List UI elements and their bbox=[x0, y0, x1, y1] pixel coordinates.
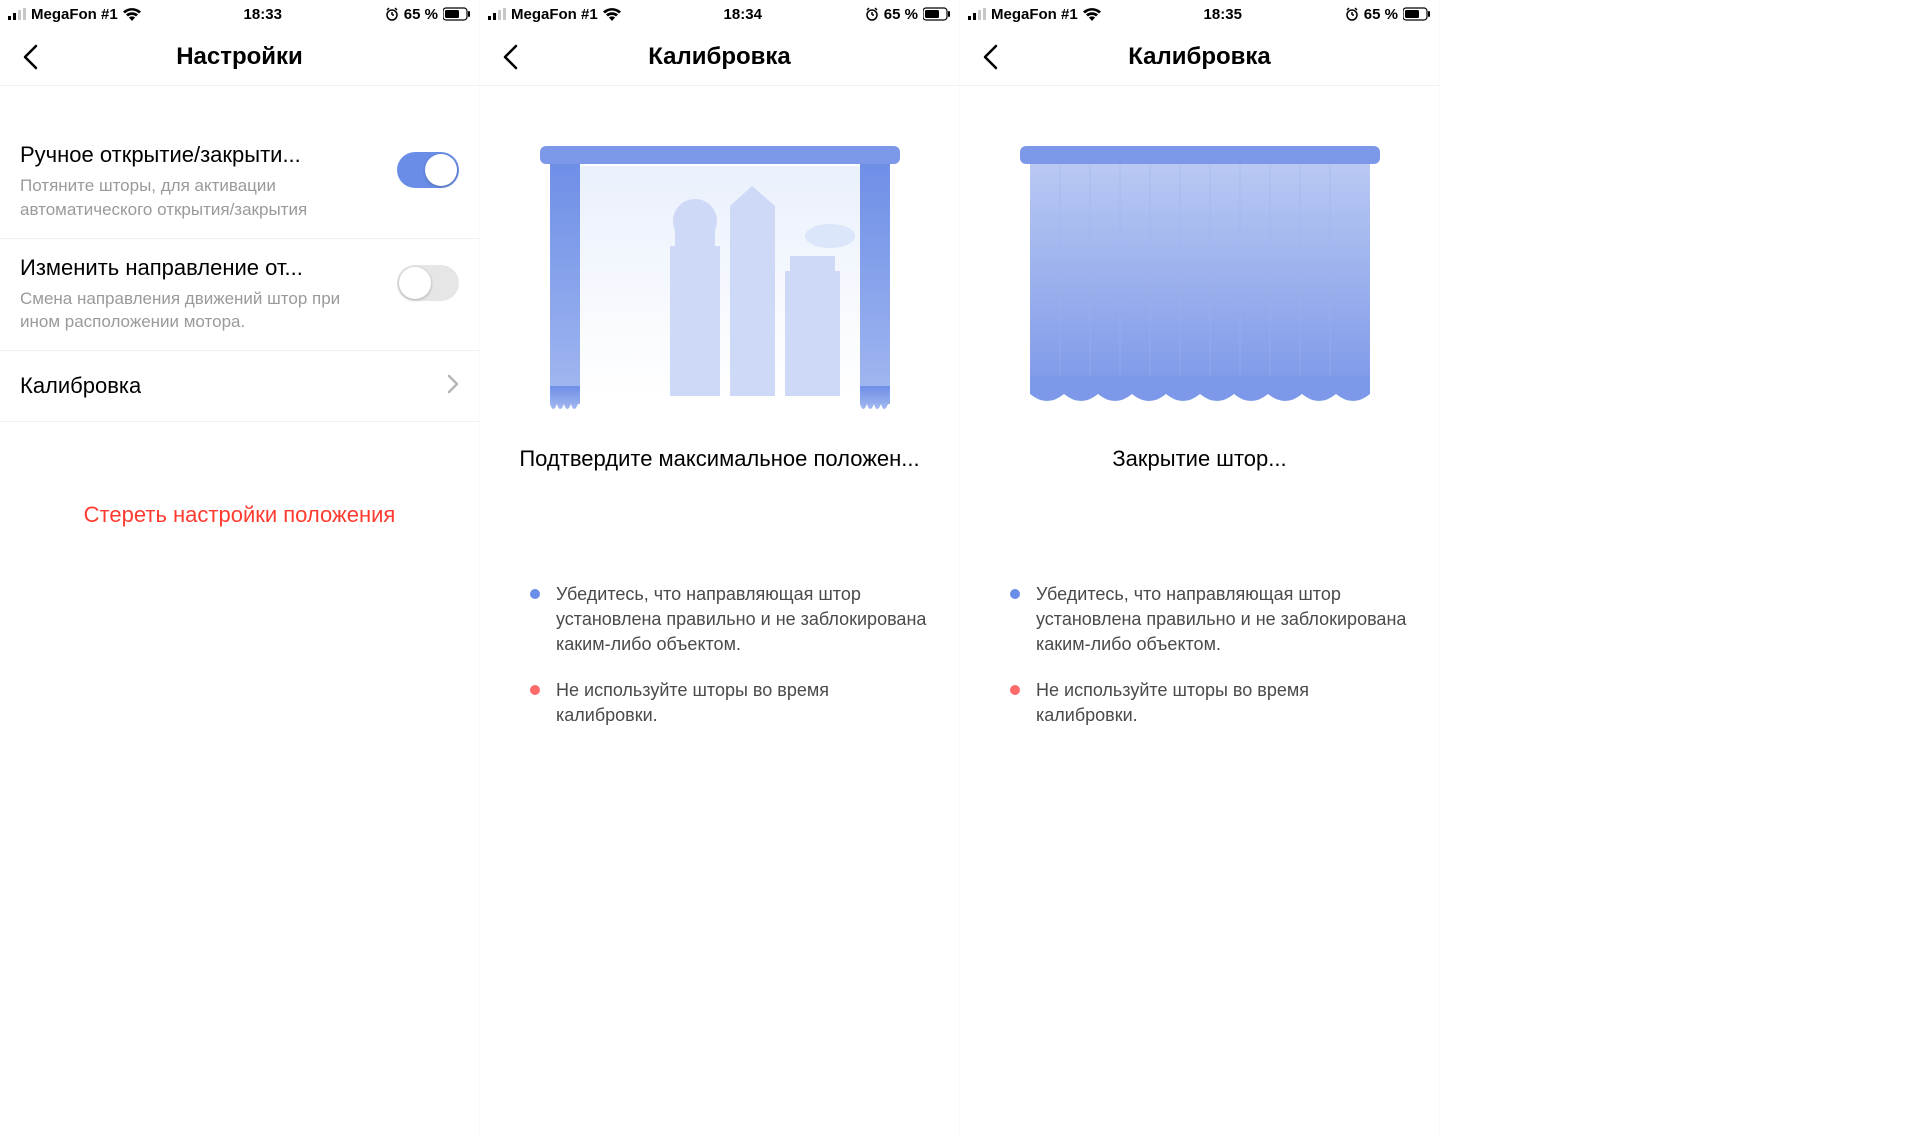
setting-desc: Смена направления движений штор при ином… bbox=[20, 287, 381, 335]
alarm-icon bbox=[865, 7, 879, 21]
status-time: 18:34 bbox=[724, 6, 762, 23]
back-button[interactable] bbox=[978, 45, 1002, 69]
signal-icon bbox=[488, 8, 506, 20]
battery-icon bbox=[1403, 7, 1431, 21]
back-button[interactable] bbox=[18, 45, 42, 69]
bullet-item: Убедитесь, что направляющая штор установ… bbox=[1010, 582, 1409, 658]
wifi-icon bbox=[1083, 8, 1101, 21]
dot-icon bbox=[530, 685, 540, 695]
status-bar: MegaFon #1 18:35 65 % bbox=[960, 0, 1439, 28]
screen-settings: MegaFon #1 18:33 65 % Настройки Ручное о… bbox=[0, 0, 480, 1136]
battery-icon bbox=[443, 7, 471, 21]
setting-title: Калибровка bbox=[20, 373, 141, 399]
erase-settings-button[interactable]: Стереть настройки положения bbox=[0, 492, 479, 538]
wifi-icon bbox=[123, 8, 141, 21]
status-time: 18:35 bbox=[1204, 6, 1242, 23]
page-title: Калибровка bbox=[648, 43, 791, 71]
carrier-label: MegaFon #1 bbox=[31, 6, 118, 23]
screen-calibration-closed: MegaFon #1 18:35 65 % Калибровка bbox=[960, 0, 1440, 1136]
page-title: Настройки bbox=[176, 43, 303, 71]
setting-title: Изменить направление от... bbox=[20, 255, 381, 281]
setting-manual-open: Ручное открытие/закрыти... Потяните штор… bbox=[0, 126, 479, 239]
alarm-icon bbox=[385, 7, 399, 21]
dot-icon bbox=[530, 589, 540, 599]
bullet-item: Не используйте шторы во время калибровки… bbox=[530, 678, 929, 728]
settings-list: Ручное открытие/закрыти... Потяните штор… bbox=[0, 86, 479, 422]
curtain-open-illustration bbox=[520, 136, 920, 416]
back-button[interactable] bbox=[498, 45, 522, 69]
carrier-label: MegaFon #1 bbox=[991, 6, 1078, 23]
status-time: 18:33 bbox=[244, 6, 282, 23]
battery-percent: 65 % bbox=[884, 6, 918, 23]
wifi-icon bbox=[603, 8, 621, 21]
calibration-notes: Убедитесь, что направляющая штор установ… bbox=[480, 582, 959, 748]
battery-percent: 65 % bbox=[404, 6, 438, 23]
calibration-heading: Закрытие штор... bbox=[960, 446, 1439, 472]
status-bar: MegaFon #1 18:33 65 % bbox=[0, 0, 479, 28]
battery-icon bbox=[923, 7, 951, 21]
setting-direction: Изменить направление от... Смена направл… bbox=[0, 239, 479, 352]
chevron-right-icon bbox=[447, 374, 459, 399]
signal-icon bbox=[968, 8, 986, 20]
status-bar: MegaFon #1 18:34 65 % bbox=[480, 0, 959, 28]
alarm-icon bbox=[1345, 7, 1359, 21]
screen-calibration-open: MegaFon #1 18:34 65 % Калибровка bbox=[480, 0, 960, 1136]
bullet-item: Убедитесь, что направляющая штор установ… bbox=[530, 582, 929, 658]
carrier-label: MegaFon #1 bbox=[511, 6, 598, 23]
setting-calibration[interactable]: Калибровка bbox=[0, 351, 479, 422]
nav-bar: Калибровка bbox=[960, 28, 1439, 86]
toggle-direction[interactable] bbox=[397, 265, 459, 301]
bullet-item: Не используйте шторы во время калибровки… bbox=[1010, 678, 1409, 728]
nav-bar: Калибровка bbox=[480, 28, 959, 86]
nav-bar: Настройки bbox=[0, 28, 479, 86]
bullet-text: Не используйте шторы во время калибровки… bbox=[1036, 678, 1409, 728]
calibration-notes: Убедитесь, что направляющая штор установ… bbox=[960, 582, 1439, 748]
bullet-text: Не используйте шторы во время калибровки… bbox=[556, 678, 929, 728]
toggle-manual[interactable] bbox=[397, 152, 459, 188]
calibration-heading: Подтвердите максимальное положен... bbox=[480, 446, 959, 472]
battery-percent: 65 % bbox=[1364, 6, 1398, 23]
setting-title: Ручное открытие/закрыти... bbox=[20, 142, 381, 168]
dot-icon bbox=[1010, 685, 1020, 695]
dot-icon bbox=[1010, 589, 1020, 599]
bullet-text: Убедитесь, что направляющая штор установ… bbox=[556, 582, 929, 658]
bullet-text: Убедитесь, что направляющая штор установ… bbox=[1036, 582, 1409, 658]
signal-icon bbox=[8, 8, 26, 20]
setting-desc: Потяните шторы, для активации автоматиче… bbox=[20, 174, 381, 222]
page-title: Калибровка bbox=[1128, 43, 1271, 71]
curtain-closed-illustration bbox=[1000, 136, 1400, 416]
